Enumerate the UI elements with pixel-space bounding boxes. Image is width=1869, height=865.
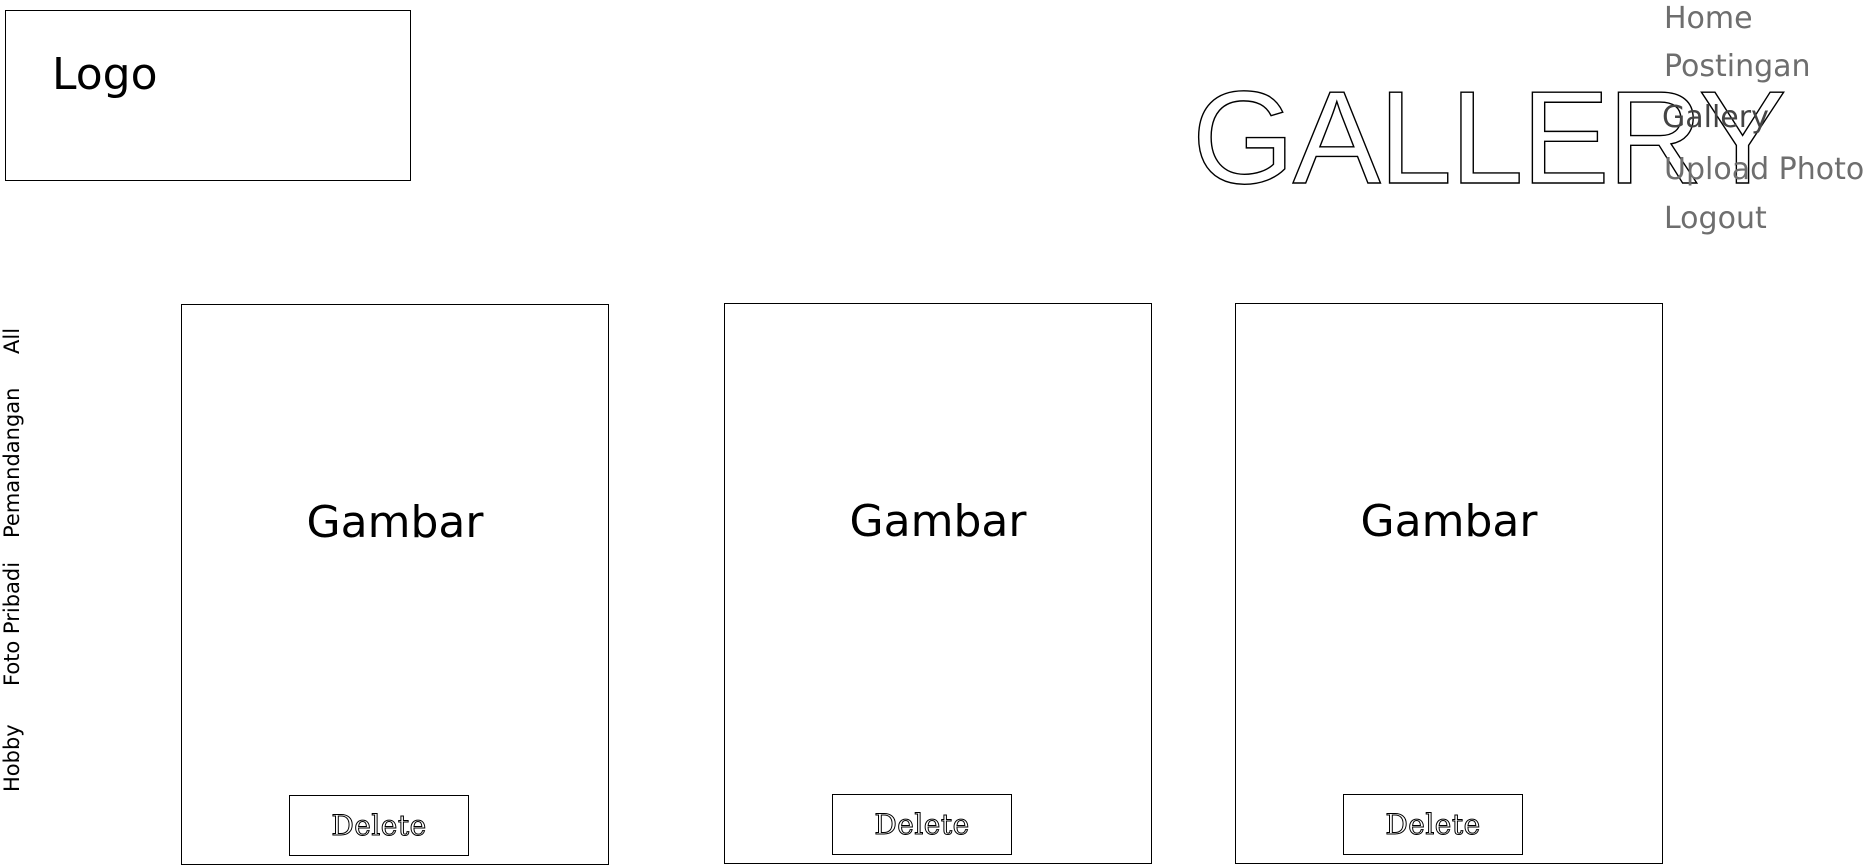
logo-box: Logo (5, 10, 411, 181)
nav-item-postingan[interactable]: Postingan (1664, 52, 1811, 82)
delete-button[interactable]: Delete (1343, 794, 1523, 855)
category-pemandangan[interactable]: Pemandangan (0, 388, 24, 539)
nav-item-gallery[interactable]: Gallery (1662, 103, 1769, 133)
delete-button[interactable]: Delete (832, 794, 1012, 855)
image-placeholder-label: Gambar (1360, 496, 1538, 547)
nav-item-home[interactable]: Home (1664, 4, 1753, 34)
category-hobby[interactable]: Hobby (0, 724, 24, 792)
image-placeholder-label: Gambar (849, 496, 1027, 547)
delete-button[interactable]: Delete (289, 795, 469, 856)
delete-button-label: Delete (874, 807, 970, 841)
gallery-card: Gambar Delete (181, 304, 609, 865)
delete-button-label: Delete (1385, 807, 1481, 841)
gallery-card: Gambar Delete (1235, 303, 1663, 864)
nav-item-upload-photo[interactable]: Upload Photo (1664, 155, 1864, 185)
nav-item-logout[interactable]: Logout (1664, 204, 1767, 234)
delete-button-label: Delete (331, 808, 427, 842)
category-foto-pribadi[interactable]: Foto Pribadi (0, 562, 24, 686)
category-all[interactable]: All (0, 328, 24, 354)
image-placeholder-label: Gambar (306, 497, 484, 548)
gallery-card: Gambar Delete (724, 303, 1152, 864)
logo-text: Logo (52, 49, 158, 100)
